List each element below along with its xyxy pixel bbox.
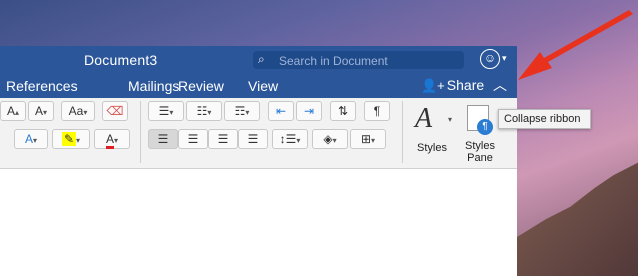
font-color-icon: A (105, 132, 114, 149)
word-window: Document3 ⌕ Search in Document ☺ ▾ Refer… (0, 46, 517, 276)
share-label: Share (446, 77, 485, 93)
ribbon-tabs: References Mailings Review View 👤+ Share … (0, 73, 517, 98)
justify-icon: ☰ (247, 132, 259, 146)
increase-indent-icon: ⇥ (303, 104, 315, 118)
styles-pane-label-line2: Pane (467, 152, 493, 164)
highlighter-icon: ✎ (61, 132, 77, 146)
red-arrow-annotation (518, 10, 633, 80)
multilevel-list-button[interactable]: ☶▾ (224, 101, 260, 121)
paint-bucket-icon: ◈ (323, 132, 333, 146)
eraser-icon: ⌫ (106, 104, 124, 118)
styles-gallery-icon[interactable]: A (415, 103, 432, 135)
line-spacing-icon: ↕☰ (279, 132, 297, 146)
shading-button[interactable]: ◈▾ (312, 129, 348, 149)
align-left-icon: ☰ (157, 132, 169, 146)
styles-pane-label-line1: Styles (465, 140, 495, 152)
divider (402, 101, 403, 163)
decrease-indent-button[interactable]: ⇤ (268, 101, 294, 121)
increase-indent-button[interactable]: ⇥ (296, 101, 322, 121)
feedback-smiley-icon[interactable]: ☺ (480, 49, 500, 69)
styles-label[interactable]: Styles (417, 142, 447, 154)
align-left-button[interactable]: ☰ (148, 129, 178, 149)
sort-az-icon: ⇅ (337, 104, 349, 118)
grow-font-glyph: A (6, 104, 15, 118)
multilevel-list-icon: ☶ (234, 104, 246, 118)
tab-review[interactable]: Review (178, 78, 224, 94)
pilcrow-icon: ¶ (373, 104, 381, 118)
shrink-font-glyph: A (34, 104, 43, 118)
add-person-icon: 👤+ (421, 78, 445, 93)
font-color-button[interactable]: A▾ (94, 129, 130, 149)
search-input[interactable]: ⌕ Search in Document (253, 51, 464, 69)
line-spacing-button[interactable]: ↕☰▾ (272, 129, 308, 149)
numbering-button[interactable]: ☷▾ (186, 101, 222, 121)
document-title: Document3 (84, 52, 158, 68)
text-effects-button[interactable]: A▾ (14, 129, 48, 149)
styles-pane-label[interactable]: Styles Pane (464, 140, 496, 164)
pilcrow-badge-icon: ¶ (477, 119, 493, 135)
search-placeholder: Search in Document (279, 54, 388, 68)
tab-mailings[interactable]: Mailings (128, 78, 179, 94)
decrease-indent-icon: ⇤ (275, 104, 287, 118)
bulleted-list-icon: ☰ (158, 104, 170, 118)
borders-icon: ⊞ (360, 132, 372, 146)
collapse-ribbon-button[interactable]: ︿ (493, 75, 507, 95)
bullets-button[interactable]: ☰▾ (148, 101, 184, 121)
text-effects-icon: A (24, 132, 33, 146)
search-icon: ⌕ (258, 52, 265, 66)
justify-button[interactable]: ☰ (238, 129, 268, 149)
tab-references[interactable]: References (6, 78, 78, 94)
desktop-mountain (515, 162, 638, 276)
align-center-icon: ☰ (187, 132, 199, 146)
show-formatting-button[interactable]: ¶ (364, 101, 390, 121)
highlight-color-button[interactable]: ✎ ▾ (52, 129, 90, 149)
ribbon-toolbar: A▴ A▾ Aa▾ ⌫ ☰▾ ☷▾ ☶▾ ⇤ ⇥ ⇅ ¶ A▾ ✎ ▾ A▾ ☰ … (0, 98, 517, 169)
clear-formatting-button[interactable]: ⌫ (102, 101, 128, 121)
grow-font-button[interactable]: A▴ (0, 101, 26, 121)
share-button[interactable]: 👤+ Share (421, 77, 484, 94)
chevron-down-icon[interactable]: ▾ (502, 53, 507, 64)
sort-button[interactable]: ⇅ (330, 101, 356, 121)
change-case-button[interactable]: Aa▾ (61, 101, 95, 121)
tab-view[interactable]: View (248, 78, 278, 94)
title-bar: Document3 ⌕ Search in Document ☺ ▾ (0, 46, 517, 73)
divider (140, 101, 141, 163)
collapse-ribbon-tooltip: Collapse ribbon (498, 109, 591, 129)
numbered-list-icon: ☷ (196, 104, 208, 118)
align-center-button[interactable]: ☰ (178, 129, 208, 149)
borders-button[interactable]: ⊞▾ (350, 129, 386, 149)
chevron-down-icon[interactable]: ▾ (448, 115, 452, 124)
change-case-glyph: Aa (68, 104, 84, 118)
shrink-font-button[interactable]: A▾ (28, 101, 54, 121)
align-right-icon: ☰ (217, 132, 229, 146)
document-canvas[interactable] (0, 169, 517, 276)
align-right-button[interactable]: ☰ (208, 129, 238, 149)
